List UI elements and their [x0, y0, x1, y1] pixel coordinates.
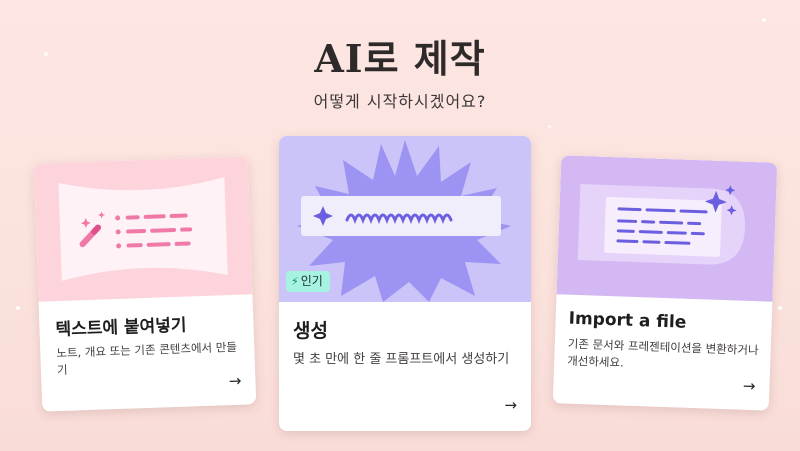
paste-text-card[interactable]: 텍스트에 붙여넣기 노트, 개요 또는 기존 콘텐츠에서 만들기 → [33, 156, 257, 412]
arrow-right-icon[interactable]: → [504, 398, 517, 413]
paste-text-title: 텍스트에 붙여넣기 [55, 315, 187, 341]
page-subtitle: 어떻게 시작하시겠어요? [313, 92, 487, 111]
paste-text-description: 노트, 개요 또는 기존 콘텐츠에서 만들기 [56, 339, 238, 378]
background-sparkle [778, 306, 782, 310]
background-sparkle [16, 306, 20, 310]
import-file-title: Import a file [568, 308, 687, 333]
page-title: AI로 제작 [314, 36, 486, 81]
lightning-icon: ⚡ [291, 275, 299, 288]
popular-badge-label: 인기 [300, 274, 323, 288]
generate-title: 생성 [293, 320, 328, 342]
generate-card[interactable]: ⚡ 인기 생성 몇 초 만에 한 줄 프롬프트에서 생성하기 → [279, 136, 531, 431]
popular-badge: ⚡ 인기 [286, 271, 330, 292]
import-file-card[interactable]: Import a file 기존 문서와 프레젠테이션을 변환하거나 개선하세요… [552, 155, 778, 411]
background-sparkle [548, 125, 551, 128]
arrow-right-icon[interactable]: → [743, 377, 756, 395]
generate-description: 몇 초 만에 한 줄 프롬프트에서 생성하기 [293, 352, 510, 367]
import-file-illustration [556, 155, 778, 302]
arrow-right-icon[interactable]: → [229, 372, 242, 390]
background-sparkle [762, 18, 766, 22]
paste-text-illustration [33, 156, 253, 302]
import-file-description: 기존 문서와 프레젠테이션을 변환하거나 개선하세요. [566, 336, 759, 370]
